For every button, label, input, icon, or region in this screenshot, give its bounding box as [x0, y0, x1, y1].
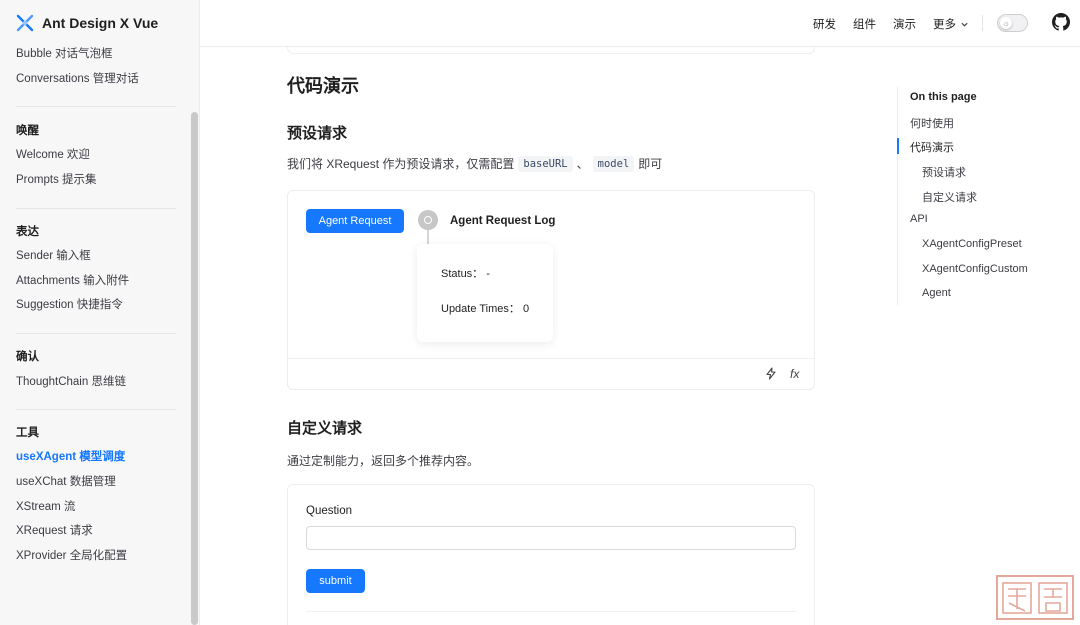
sidebar-group-title: 唤醒: [16, 125, 39, 137]
thunderbolt-icon[interactable]: [765, 367, 777, 380]
update-times-label: Update Times：: [441, 303, 520, 315]
preset-desc-text: 我们将 XRequest 作为预设请求，仅需配置: [287, 157, 515, 171]
log-connector: [427, 230, 429, 244]
sidebar-item-usexchat[interactable]: useXChat 数据管理: [16, 473, 116, 489]
sidebar-item-attachments[interactable]: Attachments 输入附件: [16, 272, 129, 288]
sidebar-item-xprovider[interactable]: XProvider 全局化配置: [16, 547, 127, 563]
sidebar-scrollbar[interactable]: [191, 112, 198, 625]
sidebar-item-prompts[interactable]: Prompts 提示集: [16, 171, 97, 187]
update-times-value: 0: [522, 303, 530, 315]
agent-request-log-title: Agent Request Log: [450, 215, 556, 227]
toc-item-custom-request[interactable]: 自定义请求: [922, 189, 977, 205]
status-value: -: [486, 268, 490, 280]
toc-item-when-to-use[interactable]: 何时使用: [910, 115, 954, 131]
card-divider: [288, 358, 814, 359]
status-label: Status：: [441, 268, 484, 280]
toc-item-xagentconfigcustom[interactable]: XAgentConfigCustom: [922, 263, 1028, 275]
baseurl-code: baseURL: [518, 155, 573, 172]
toc-item-xagentconfigpreset[interactable]: XAgentConfigPreset: [922, 238, 1022, 250]
custom-demo-card: Question submit: [287, 484, 815, 625]
preset-desc-text-end: 即可: [638, 157, 663, 171]
question-input[interactable]: [306, 526, 796, 550]
app-title: Ant Design X Vue: [42, 15, 159, 31]
github-icon[interactable]: [1052, 13, 1070, 31]
logo[interactable]: Ant Design X Vue: [16, 12, 158, 34]
sidebar-item-welcome[interactable]: Welcome 欢迎: [16, 146, 90, 162]
sidebar-item-thoughtchain[interactable]: ThoughtChain 思维链: [16, 373, 126, 389]
sidebar-item-xrequest[interactable]: XRequest 请求: [16, 522, 93, 538]
sidebar-item-usexagent[interactable]: useXAgent 模型调度: [16, 448, 125, 464]
nav-divider: [982, 15, 983, 31]
toc-item-preset-request[interactable]: 预设请求: [922, 164, 966, 180]
nav-item-components[interactable]: 组件: [853, 16, 876, 32]
log-node-icon: [418, 210, 438, 230]
status-row: Status： -: [441, 265, 490, 281]
section-heading-demo: 代码演示: [287, 76, 359, 96]
sidebar-divider: [16, 333, 176, 334]
previous-demo-card-edge: [287, 47, 815, 54]
nav-item-more-label: 更多: [933, 19, 956, 31]
sidebar-item-conversations[interactable]: Conversations 管理对话: [16, 70, 139, 86]
sidebar: Ant Design X Vue Bubble 对话气泡框 Conversati…: [0, 0, 200, 625]
sidebar-divider: [16, 409, 176, 410]
sidebar-group-title: 确认: [16, 351, 39, 363]
sidebar-item-xstream[interactable]: XStream 流: [16, 498, 75, 514]
sidebar-group-title: 工具: [16, 427, 39, 439]
preset-request-heading: 预设请求: [287, 125, 348, 142]
toc-active-indicator: [897, 138, 899, 154]
custom-request-description: 通过定制能力，返回多个推荐内容。: [287, 454, 480, 468]
nav-item-demo[interactable]: 演示: [893, 16, 916, 32]
sidebar-item-bubble[interactable]: Bubble 对话气泡框: [16, 45, 113, 61]
preset-request-description: 我们将 XRequest 作为预设请求，仅需配置 baseURL 、 model…: [287, 155, 662, 172]
preset-demo-card: Agent Request Agent Request Log Status： …: [287, 190, 815, 390]
sidebar-divider: [16, 106, 176, 107]
function-icon[interactable]: fx: [790, 367, 799, 381]
sidebar-item-sender[interactable]: Sender 输入框: [16, 247, 91, 263]
submit-button[interactable]: submit: [306, 569, 365, 593]
watermark-seal: [996, 575, 1074, 620]
toc-title: On this page: [910, 91, 977, 103]
seal-glyph: [1002, 581, 1068, 614]
table-of-contents: On this page 何时使用 代码演示 预设请求 自定义请求 API XA…: [897, 87, 1057, 305]
update-times-row: Update Times： 0: [441, 300, 529, 316]
sidebar-divider: [16, 208, 176, 209]
top-nav: 研发 组件 演示 更多 ☼: [200, 0, 1080, 47]
x-logo-icon: [16, 14, 34, 32]
sidebar-item-suggestion[interactable]: Suggestion 快捷指令: [16, 296, 123, 312]
question-label: Question: [306, 505, 353, 517]
preset-desc-separator: 、: [576, 157, 589, 171]
agent-request-button[interactable]: Agent Request: [306, 209, 404, 233]
model-code: model: [592, 155, 635, 172]
toc-item-api[interactable]: API: [910, 213, 928, 225]
card-divider: [306, 611, 796, 612]
sun-icon: ☼: [1000, 17, 1012, 29]
toc-item-demo[interactable]: 代码演示: [910, 139, 954, 155]
toc-item-agent[interactable]: Agent: [922, 287, 951, 299]
nav-item-dev[interactable]: 研发: [813, 16, 836, 32]
sidebar-group-title: 表达: [16, 226, 39, 238]
custom-request-heading: 自定义请求: [287, 420, 363, 437]
agent-request-log-panel: Status： - Update Times： 0: [417, 244, 553, 342]
chevron-down-icon: [961, 22, 968, 27]
nav-item-more[interactable]: 更多: [933, 16, 969, 32]
theme-toggle[interactable]: ☼: [997, 14, 1028, 32]
